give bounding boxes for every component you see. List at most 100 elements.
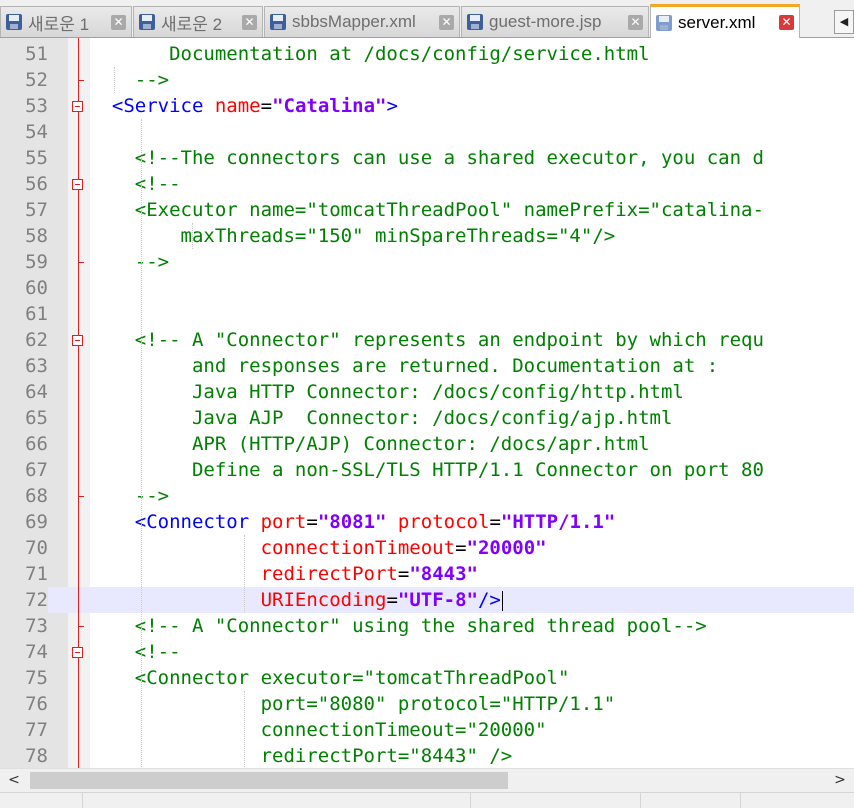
code-line[interactable]: 78 redirectPort="8443" /> [0,743,854,768]
code-text[interactable]: --> [89,67,169,93]
code-line[interactable]: 56 <!-- [0,171,854,197]
tab-label: guest-more.jsp [489,12,602,31]
code-line[interactable]: 64 Java HTTP Connector: /docs/config/htt… [0,379,854,405]
code-text[interactable]: APR (HTTP/AJP) Connector: /docs/apr.html [89,431,650,457]
line-number: 65 [25,407,48,429]
fold-minus-icon[interactable] [72,101,83,112]
code-line[interactable]: 52 --> [0,67,854,93]
code-token: <Service [111,95,215,117]
close-icon[interactable]: ✕ [111,14,126,30]
status-divider [470,793,471,808]
code-text[interactable]: connectionTimeout="20000" [89,717,547,743]
save-disk-icon [656,14,672,31]
code-text[interactable]: <Connector executor="tomcatThreadPool" [89,665,570,691]
line-number: 68 [25,485,48,507]
close-icon[interactable]: ✕ [779,15,794,30]
code-line[interactable]: 51 Documentation at /docs/config/service… [0,41,854,67]
code-line[interactable]: 55 <!--The connectors can use a shared e… [0,145,854,171]
code-text[interactable]: port="8080" protocol="HTTP/1.1" [89,691,616,717]
code-text[interactable]: --> [89,483,169,509]
tab-server-xml[interactable]: server.xml ✕ [650,4,800,38]
code-line[interactable]: 73 <!-- A "Connector" using the shared t… [0,613,854,639]
code-line[interactable]: 65 Java AJP Connector: /docs/config/ajp.… [0,405,854,431]
code-text[interactable]: connectionTimeout="20000" [89,535,547,561]
code-token: "8081" [317,511,387,533]
code-token: Define a non-SSL/TLS HTTP/1.1 Connector … [89,459,764,481]
code-line[interactable]: 66 APR (HTTP/AJP) Connector: /docs/apr.h… [0,431,854,457]
fold-minus-icon[interactable] [72,335,83,346]
scroll-right-icon[interactable]: > [830,769,850,792]
tab-new-2[interactable]: 새로운 2 ✕ [133,6,263,37]
code-text[interactable]: <Connector port="8081" protocol="HTTP/1.… [89,509,616,535]
tab-guest-more-jsp[interactable]: guest-more.jsp ✕ [461,6,649,37]
code-token: = [489,511,501,533]
close-icon[interactable]: ✕ [439,14,454,30]
code-token: "8443" [409,563,478,585]
scroll-left-icon[interactable]: < [4,769,24,792]
code-editor[interactable]: 51 Documentation at /docs/config/service… [0,38,854,768]
code-text[interactable]: <Executor name="tomcatThreadPool" namePr… [89,197,764,223]
code-text[interactable]: Java AJP Connector: /docs/config/ajp.htm… [89,405,672,431]
tab-bar: 새로운 1 ✕ 새로운 2 ✕ sbbsMapper.xml ✕ guest-m… [0,0,854,38]
code-line[interactable]: 71 redirectPort="8443" [0,561,854,587]
code-line[interactable]: 59 --> [0,249,854,275]
close-icon[interactable]: ✕ [628,14,643,30]
code-token: connectionTimeout="20000" [89,719,547,741]
code-token: redirectPort="8443" /> [89,745,513,767]
code-line[interactable]: 76 port="8080" protocol="HTTP/1.1" [0,691,854,717]
code-line[interactable]: 62 <!-- A "Connector" represents an endp… [0,327,854,353]
code-text[interactable]: Documentation at /docs/config/service.ht… [89,41,650,67]
code-line[interactable]: 53 <Service name="Catalina"> [0,93,854,119]
code-text[interactable]: and responses are returned. Documentatio… [89,353,718,379]
code-token: port="8080" protocol="HTTP/1.1" [89,693,616,715]
save-disk-icon [467,14,483,30]
status-divider [82,793,83,808]
code-token: connectionTimeout [260,537,456,559]
tab-scroll-left-button[interactable]: ◀ [834,10,854,34]
code-text[interactable]: redirectPort="8443" [89,561,478,587]
horizontal-scrollbar[interactable]: < > [0,768,854,792]
code-line[interactable]: 67 Define a non-SSL/TLS HTTP/1.1 Connect… [0,457,854,483]
save-disk-icon [270,14,286,30]
code-line[interactable]: 61 [0,301,854,327]
code-line[interactable]: 70 connectionTimeout="20000" [0,535,854,561]
line-number: 75 [25,667,48,689]
code-line[interactable]: 75 <Connector executor="tomcatThreadPool… [0,665,854,691]
fold-minus-icon[interactable] [72,647,83,658]
fold-end-tick [78,80,84,81]
code-text[interactable]: --> [89,249,169,275]
code-text[interactable]: redirectPort="8443" /> [89,743,513,768]
code-text[interactable]: maxThreads="150" minSpareThreads="4"/> [89,223,616,249]
code-text[interactable]: Define a non-SSL/TLS HTTP/1.1 Connector … [89,457,764,483]
code-text[interactable]: <!-- [89,639,181,665]
code-text[interactable]: <!-- A "Connector" using the shared thre… [89,613,707,639]
code-text[interactable]: Java HTTP Connector: /docs/config/http.h… [89,379,684,405]
scrollbar-thumb[interactable] [30,772,508,789]
code-token: protocol [397,511,490,533]
close-icon[interactable]: ✕ [242,14,257,30]
tab-sbbsmapper-xml[interactable]: sbbsMapper.xml ✕ [264,6,460,37]
code-text[interactable]: <!--The connectors can use a shared exec… [89,145,764,171]
code-token: Documentation at /docs/config/service.ht… [89,43,650,65]
code-line[interactable]: 57 <Executor name="tomcatThreadPool" nam… [0,197,854,223]
code-text[interactable]: URIEncoding="UTF-8"/> [89,587,503,613]
code-line[interactable]: 77 connectionTimeout="20000" [0,717,854,743]
code-line[interactable]: 54 [0,119,854,145]
code-line[interactable]: 63 and responses are returned. Documenta… [0,353,854,379]
code-text[interactable]: <Service name="Catalina"> [89,93,398,119]
code-token: /> [477,589,501,611]
code-text[interactable]: <!-- A "Connector" represents an endpoin… [89,327,764,353]
code-line[interactable]: 72 URIEncoding="UTF-8"/> [0,587,854,613]
tab-new-1[interactable]: 새로운 1 ✕ [0,6,132,37]
code-line[interactable]: 69 <Connector port="8081" protocol="HTTP… [0,509,854,535]
code-line[interactable]: 68 --> [0,483,854,509]
fold-minus-icon[interactable] [72,179,83,190]
code-line[interactable]: 60 [0,275,854,301]
status-divider [640,793,641,808]
save-disk-icon [6,14,22,30]
code-text[interactable]: <!-- [89,171,181,197]
code-line[interactable]: 74 <!-- [0,639,854,665]
code-token: <!-- A "Connector" using the shared thre… [89,615,707,637]
code-line[interactable]: 58 maxThreads="150" minSpareThreads="4"/… [0,223,854,249]
